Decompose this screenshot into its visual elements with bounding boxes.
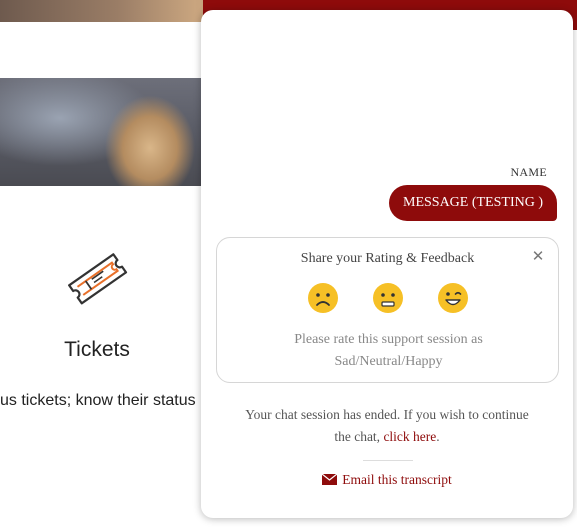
- sender-name: NAME: [510, 165, 547, 179]
- ticket-icon: [68, 253, 128, 305]
- session-ended-line2: the chat, click here.: [231, 426, 543, 448]
- message-bubble: MESSAGE (TESTING ): [389, 185, 557, 221]
- close-icon[interactable]: ✕: [530, 248, 546, 264]
- email-transcript-label: Email this transcript: [342, 472, 452, 487]
- session-ended-line1: Your chat session has ended. If you wish…: [245, 407, 529, 422]
- rating-description: Please rate this support session as Sad/…: [257, 329, 520, 373]
- rating-description-line2: Sad/Neutral/Happy: [334, 354, 443, 369]
- divider: [363, 460, 413, 461]
- envelope-icon: [322, 474, 338, 485]
- tickets-description: us tickets; know their status: [0, 392, 196, 409]
- sad-emoji-icon[interactable]: [307, 282, 339, 314]
- rating-description-line1: Please rate this support session as: [294, 332, 483, 347]
- chat-widget: NAME MESSAGE (TESTING ) Share your Ratin…: [201, 10, 573, 518]
- session-ended-text: Your chat session has ended. If you wish…: [231, 404, 543, 448]
- session-ended-suffix: .: [436, 429, 440, 444]
- email-transcript-link[interactable]: Email this transcript: [201, 472, 573, 488]
- click-here-link[interactable]: click here: [383, 429, 436, 444]
- session-ended-prefix: the chat,: [334, 429, 384, 444]
- happy-emoji-icon[interactable]: [437, 282, 469, 314]
- tickets-title: Tickets: [64, 338, 130, 361]
- neutral-emoji-icon[interactable]: [372, 282, 404, 314]
- rating-feedback-card: Share your Rating & Feedback ✕ Please ra…: [216, 237, 559, 383]
- rating-title: Share your Rating & Feedback: [300, 251, 475, 266]
